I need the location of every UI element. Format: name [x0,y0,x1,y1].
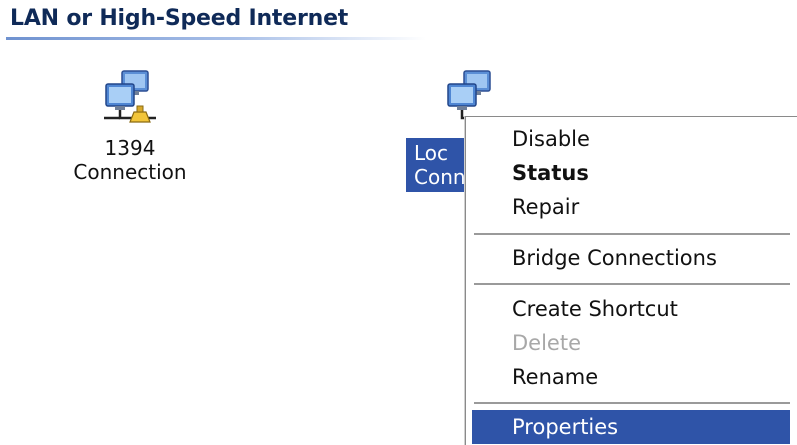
connection-1394-label-line1: 1394 [104,136,156,160]
menu-separator [474,283,790,286]
menu-item-bridge-connections[interactable]: Bridge Connections [472,241,790,275]
menu-item-disable[interactable]: Disable [472,122,790,156]
group-header: LAN or High-Speed Internet [10,6,349,31]
menu-item-repair[interactable]: Repair [472,190,790,224]
context-menu: Disable Status Repair Bridge Connections… [465,116,797,445]
network-connection-icon [104,70,156,123]
menu-separator [474,233,790,236]
menu-item-delete: Delete [512,331,581,355]
group-header-divider [6,37,426,40]
menu-item-rename[interactable]: Rename [472,360,790,394]
menu-item-create-shortcut[interactable]: Create Shortcut [472,292,790,326]
network-connections-window: LAN or High-Speed Internet 1394 Connecti… [0,0,797,445]
menu-item-properties[interactable]: Properties [472,410,790,444]
menu-separator [474,402,790,405]
connection-1394[interactable]: 1394 Connection [40,68,220,184]
connection-1394-label-line2: Connection [73,160,187,184]
menu-item-status[interactable]: Status [472,156,790,190]
